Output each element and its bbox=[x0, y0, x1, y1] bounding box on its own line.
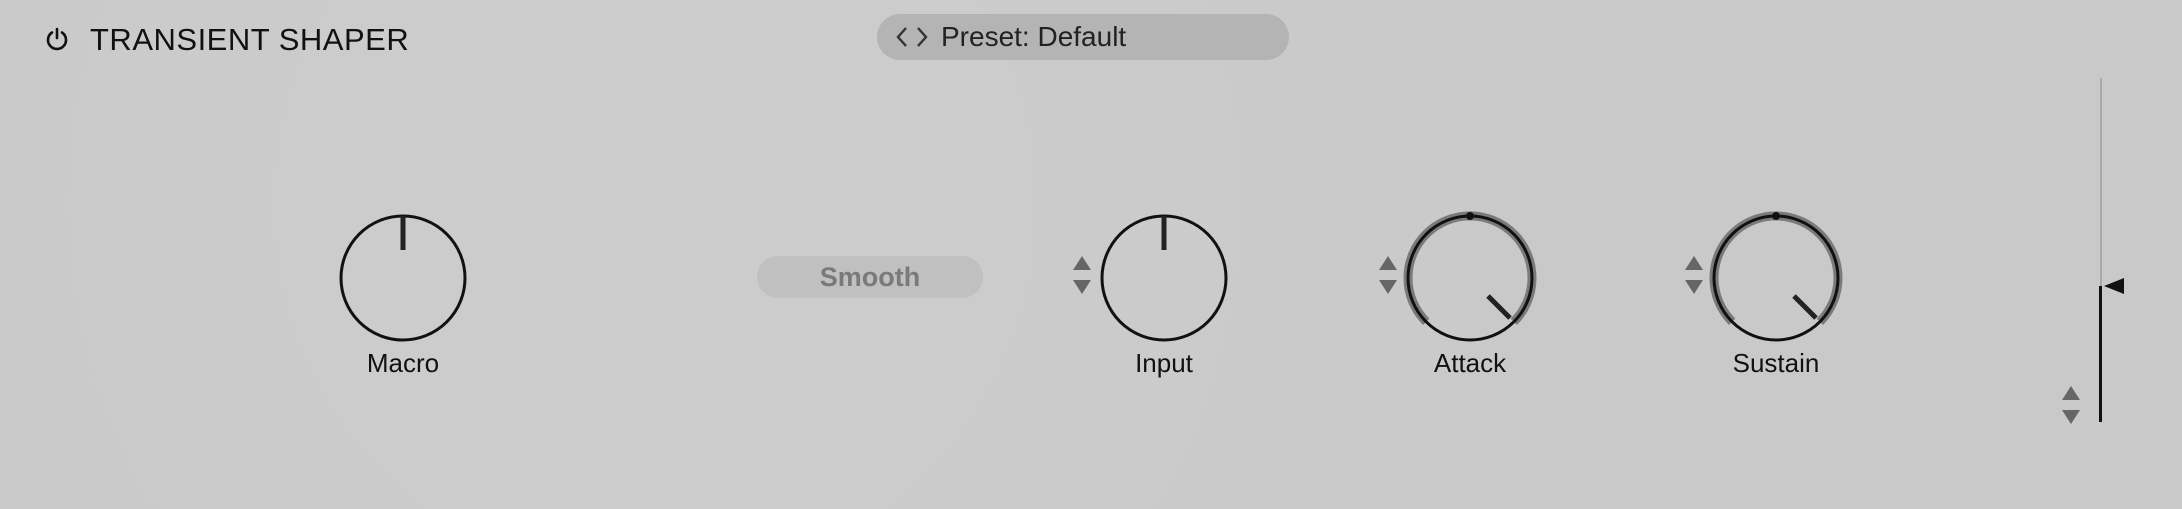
preset-selector[interactable]: Preset: Default bbox=[877, 14, 1289, 60]
preset-label: Preset: Default bbox=[941, 21, 1127, 52]
chevron-right-icon[interactable] bbox=[915, 25, 929, 49]
knob-sustain[interactable]: Sustain bbox=[1706, 208, 1846, 388]
meter-level bbox=[2099, 286, 2102, 422]
knob-macro[interactable]: Macro bbox=[333, 208, 473, 388]
attack-stepper[interactable] bbox=[1376, 254, 1400, 302]
meter-stepper[interactable] bbox=[2058, 384, 2084, 432]
step-down-icon bbox=[2062, 410, 2080, 424]
smooth-button[interactable]: Smooth bbox=[757, 256, 983, 298]
knob-attack-dial[interactable] bbox=[1400, 208, 1540, 348]
knob-sustain-dial[interactable] bbox=[1706, 208, 1846, 348]
meter-track bbox=[2100, 78, 2102, 286]
step-down-icon bbox=[1379, 280, 1397, 294]
step-up-icon bbox=[1379, 256, 1397, 270]
knob-attack-label: Attack bbox=[1433, 348, 1507, 378]
knob-macro-dial[interactable] bbox=[333, 208, 473, 348]
knob-input-dial[interactable] bbox=[1094, 208, 1234, 348]
plugin-panel: TRANSIENT SHAPER Preset: Default Macro S… bbox=[0, 0, 2182, 509]
step-down-icon bbox=[1073, 280, 1091, 294]
power-icon[interactable] bbox=[44, 26, 70, 52]
knob-attack[interactable]: Attack bbox=[1400, 208, 1540, 388]
knob-input[interactable]: Input bbox=[1094, 208, 1234, 388]
knob-macro-label: Macro bbox=[366, 348, 440, 378]
step-up-icon bbox=[1073, 256, 1091, 270]
meter-marker-icon[interactable] bbox=[2102, 276, 2126, 296]
step-down-icon bbox=[1685, 280, 1703, 294]
chevron-left-icon[interactable] bbox=[895, 25, 909, 49]
plugin-title: TRANSIENT SHAPER bbox=[90, 22, 410, 57]
input-stepper[interactable] bbox=[1070, 254, 1094, 302]
knob-input-label: Input bbox=[1135, 348, 1193, 378]
step-up-icon bbox=[2062, 386, 2080, 400]
preset-nav bbox=[895, 25, 929, 49]
step-up-icon bbox=[1685, 256, 1703, 270]
sustain-stepper[interactable] bbox=[1682, 254, 1706, 302]
knob-sustain-label: Sustain bbox=[1732, 348, 1820, 378]
